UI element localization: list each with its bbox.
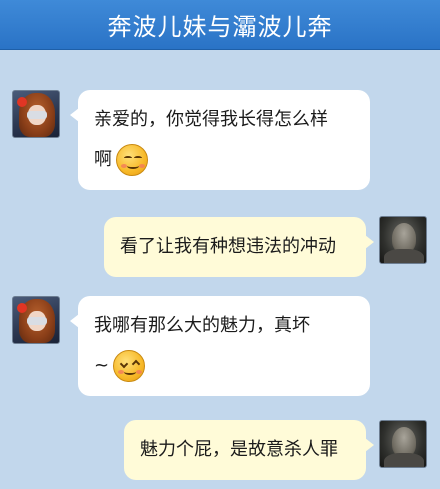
chat-title-bar: 奔波儿妹与灞波儿奔 — [0, 0, 440, 50]
message-text: 看了让我有种想违法的冲动 — [120, 236, 336, 257]
message-bubble[interactable]: 看了让我有种想违法的冲动 — [104, 217, 374, 277]
message-text: 魅力个屁，是故意杀人罪 — [140, 439, 338, 460]
message-bubble[interactable]: 我哪有那么大的魅力，真坏 ~ — [70, 296, 370, 396]
chat-title: 奔波儿妹与灞波儿奔 — [107, 13, 333, 41]
message-text: 我哪有那么大的魅力，真坏 — [94, 315, 310, 336]
smile-emoji-icon — [116, 144, 148, 176]
message-text: ~ — [94, 355, 110, 376]
message-text: 啊 — [94, 149, 112, 170]
girl-avatar[interactable] — [12, 90, 60, 138]
girl-avatar[interactable] — [12, 296, 60, 344]
message-text: 亲爱的，你觉得我长得怎么样 — [94, 109, 328, 130]
message-bubble[interactable]: 亲爱的，你觉得我长得怎么样 啊 — [70, 90, 370, 190]
squint-smile-emoji-icon — [113, 350, 146, 382]
boy-avatar[interactable] — [379, 420, 427, 468]
boy-avatar[interactable] — [379, 216, 427, 264]
chat-area[interactable]: 亲爱的，你觉得我长得怎么样 啊 看了让我有种想违法的冲动 我哪有那么大的魅力，真… — [0, 50, 440, 489]
message-bubble[interactable]: 魅力个屁，是故意杀人罪 — [124, 420, 374, 480]
